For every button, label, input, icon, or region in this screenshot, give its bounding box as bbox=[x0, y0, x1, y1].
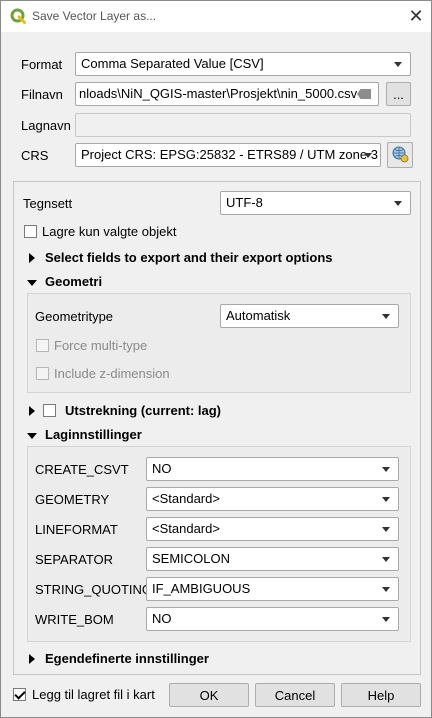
chevron-down-icon bbox=[394, 62, 402, 67]
triangle-right-icon[interactable] bbox=[29, 654, 35, 664]
clear-field-icon[interactable] bbox=[357, 89, 371, 99]
force-multi-label: Force multi-type bbox=[54, 338, 148, 353]
chevron-down-icon bbox=[382, 314, 390, 319]
extent-section[interactable]: Utstrekning (current: lag) bbox=[65, 403, 221, 418]
crs-value: Project CRS: EPSG:25832 - ETRS89 / UTM z… bbox=[81, 147, 378, 162]
geometry-type-value: Automatisk bbox=[226, 308, 291, 323]
crs-select-button[interactable] bbox=[387, 142, 413, 168]
layer-option-value: NO bbox=[152, 461, 172, 476]
format-select[interactable]: Comma Separated Value [CSV] bbox=[75, 52, 411, 76]
filename-field[interactable]: nloads\NiN_QGIS-master\Prosjekt\nin_5000… bbox=[75, 82, 379, 106]
extent-checkbox[interactable] bbox=[43, 404, 56, 417]
geometry-section-header[interactable]: Geometri bbox=[45, 274, 102, 289]
encoding-label: Tegnsett bbox=[23, 196, 73, 211]
layer-option-name: SEPARATOR bbox=[35, 552, 114, 567]
qgis-logo-icon bbox=[10, 8, 26, 24]
globe-crs-icon bbox=[391, 145, 409, 166]
geometry-type-label: Geometritype bbox=[35, 309, 114, 324]
save-vector-layer-dialog: Save Vector Layer as... ✕ Format Comma S… bbox=[0, 0, 432, 718]
force-multi-checkbox[interactable] bbox=[36, 339, 49, 352]
layer-option-name: LINEFORMAT bbox=[35, 522, 118, 537]
triangle-down-icon[interactable] bbox=[27, 280, 37, 286]
layer-option-value: <Standard> bbox=[152, 521, 220, 536]
add-to-map-checkbox[interactable] bbox=[13, 688, 26, 701]
layer-option-value: SEMICOLON bbox=[152, 551, 231, 566]
chevron-down-icon bbox=[364, 153, 372, 158]
layer-option-name: WRITE_BOM bbox=[35, 612, 114, 627]
chevron-down-icon bbox=[382, 527, 390, 532]
encoding-value: UTF-8 bbox=[226, 195, 263, 210]
layer-option-select[interactable]: <Standard> bbox=[146, 517, 399, 541]
window-title: Save Vector Layer as... bbox=[32, 9, 157, 23]
help-button[interactable]: Help bbox=[341, 683, 421, 707]
layer-option-select[interactable]: NO bbox=[146, 607, 399, 631]
layername-label: Lagnavn bbox=[21, 118, 71, 133]
ok-button[interactable]: OK bbox=[169, 683, 249, 707]
chevron-down-icon bbox=[394, 201, 402, 206]
layer-option-select[interactable]: NO bbox=[146, 457, 399, 481]
layer-option-name: CREATE_CSVT bbox=[35, 462, 129, 477]
include-z-label: Include z-dimension bbox=[54, 366, 170, 381]
layer-option-name: STRING_QUOTING bbox=[35, 582, 153, 597]
custom-settings-section[interactable]: Egendefinerte innstillinger bbox=[45, 651, 209, 666]
title-bar: Save Vector Layer as... ✕ bbox=[1, 1, 431, 32]
triangle-down-icon[interactable] bbox=[27, 433, 37, 439]
crs-label: CRS bbox=[21, 148, 49, 163]
filename-value: nloads\NiN_QGIS-master\Prosjekt\nin_5000… bbox=[79, 86, 358, 101]
layer-option-value: IF_AMBIGUOUS bbox=[152, 581, 251, 596]
add-to-map-label: Legg til lagret fil i kart bbox=[32, 687, 155, 702]
layername-field bbox=[75, 113, 411, 137]
chevron-down-icon bbox=[382, 617, 390, 622]
layer-option-select[interactable]: <Standard> bbox=[146, 487, 399, 511]
browse-button[interactable]: ... bbox=[386, 82, 411, 106]
layer-option-select[interactable]: SEMICOLON bbox=[146, 547, 399, 571]
layer-settings-header[interactable]: Laginnstillinger bbox=[45, 427, 142, 442]
layer-option-value: <Standard> bbox=[152, 491, 220, 506]
close-icon[interactable]: ✕ bbox=[401, 1, 431, 32]
triangle-right-icon[interactable] bbox=[29, 406, 35, 416]
filename-label: Filnavn bbox=[21, 87, 63, 102]
format-value: Comma Separated Value [CSV] bbox=[81, 56, 264, 71]
chevron-down-icon bbox=[382, 587, 390, 592]
save-selected-checkbox[interactable] bbox=[24, 225, 37, 238]
save-selected-label: Lagre kun valgte objekt bbox=[42, 224, 177, 239]
layer-option-value: NO bbox=[152, 611, 172, 626]
chevron-down-icon bbox=[382, 497, 390, 502]
triangle-right-icon[interactable] bbox=[29, 253, 35, 263]
geometry-type-select[interactable]: Automatisk bbox=[220, 304, 399, 328]
layer-option-name: GEOMETRY bbox=[35, 492, 110, 507]
crs-select[interactable]: Project CRS: EPSG:25832 - ETRS89 / UTM z… bbox=[75, 143, 381, 167]
chevron-down-icon bbox=[382, 557, 390, 562]
encoding-select[interactable]: UTF-8 bbox=[220, 191, 411, 215]
select-fields-section[interactable]: Select fields to export and their export… bbox=[45, 250, 333, 265]
format-label: Format bbox=[21, 57, 63, 72]
cancel-button[interactable]: Cancel bbox=[255, 683, 335, 707]
include-z-checkbox[interactable] bbox=[36, 367, 49, 380]
layer-option-select[interactable]: IF_AMBIGUOUS bbox=[146, 577, 399, 601]
chevron-down-icon bbox=[382, 467, 390, 472]
